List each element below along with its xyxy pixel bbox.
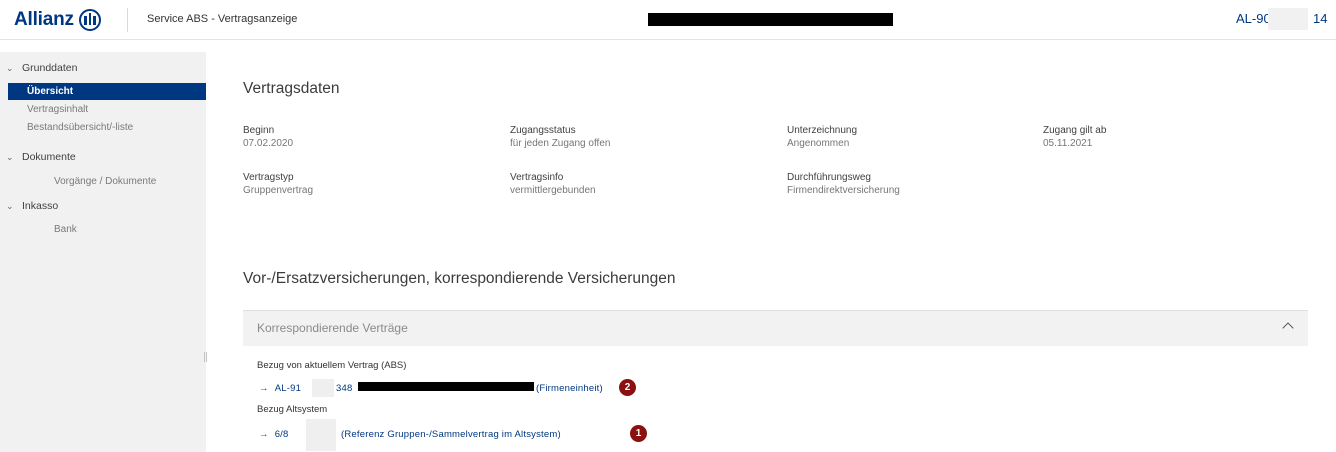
field-beginn: Beginn 07.02.2020 bbox=[243, 124, 503, 151]
allianz-logo-icon bbox=[78, 9, 101, 31]
chevron-down-icon: ⌄ bbox=[6, 200, 14, 211]
nav-group-label: Inkasso bbox=[22, 200, 59, 212]
field-zugang-gilt-ab: Zugang gilt ab 05.11.2021 bbox=[1043, 124, 1303, 151]
accordion-title: Korrespondierende Verträge bbox=[257, 321, 408, 335]
field-label: Durchführungsweg bbox=[787, 172, 871, 183]
annotation-badge-1: 1 bbox=[630, 425, 647, 442]
field-unterzeichnung: Unterzeichnung Angenommen bbox=[787, 124, 1047, 151]
sidebar-item-vorgaenge-dokumente[interactable]: Vorgänge / Dokumente bbox=[8, 173, 206, 190]
field-zugangsstatus: Zugangsstatus für jeden Zugang offen bbox=[510, 124, 770, 151]
sidebar-nav: ⌄ Grunddaten Übersicht Vertragsinhalt Be… bbox=[0, 52, 206, 452]
field-label: Vertragsinfo bbox=[510, 172, 564, 183]
field-value: für jeden Zugang offen bbox=[510, 138, 611, 149]
nav-group-grunddaten[interactable]: ⌄ Grunddaten bbox=[0, 59, 206, 77]
brand-name: Allianz bbox=[14, 9, 74, 30]
main-content: Vertragsdaten Beginn 07.02.2020 Zugangss… bbox=[206, 40, 1336, 452]
field-value: 05.11.2021 bbox=[1043, 138, 1093, 149]
nav-group-dokumente[interactable]: ⌄ Dokumente bbox=[0, 148, 206, 166]
sidebar-item-uebersicht[interactable]: Übersicht bbox=[8, 83, 206, 100]
sidebar-item-bank[interactable]: Bank bbox=[8, 221, 206, 238]
field-label: Beginn bbox=[243, 125, 275, 136]
field-vertragsinfo: Vertragsinfo vermittlergebunden bbox=[510, 171, 770, 198]
accordion-korrespondierende-vertraege[interactable]: Korrespondierende Verträge bbox=[243, 310, 1308, 346]
sidebar-item-vertragsinhalt[interactable]: Vertragsinhalt bbox=[8, 101, 206, 118]
field-value: Angenommen bbox=[787, 138, 850, 149]
reference-suffix: (Referenz Gruppen-/Sammelvertrag im Alts… bbox=[341, 428, 561, 440]
app-header: Allianz Service ABS - Vertragsanzeige AL… bbox=[0, 0, 1336, 40]
field-label: Vertragstyp bbox=[243, 172, 294, 183]
reference-id-mid: 348 bbox=[336, 382, 353, 394]
sidebar-item-label: Bank bbox=[54, 224, 77, 235]
reference-label-legacy: Bezug Altsystem bbox=[257, 404, 328, 415]
reference-suffix: (Firmeneinheit) bbox=[536, 382, 603, 394]
field-label: Zugang gilt ab bbox=[1043, 125, 1107, 136]
sidebar-item-bestandsuebersicht[interactable]: Bestandsübersicht/-liste bbox=[8, 119, 206, 136]
reference-id-prefix: AL-91 bbox=[274, 382, 302, 394]
app-title: Service ABS - Vertragsanzeige bbox=[147, 13, 298, 25]
header-divider bbox=[127, 8, 128, 32]
blurred-region bbox=[1268, 8, 1308, 30]
chevron-up-icon[interactable] bbox=[1282, 322, 1294, 334]
nav-group-label: Grunddaten bbox=[22, 62, 78, 74]
nav-group-inkasso[interactable]: ⌄ Inkasso bbox=[0, 197, 206, 215]
blurred-region bbox=[312, 379, 334, 397]
annotation-badge-2: 2 bbox=[619, 379, 636, 396]
chevron-down-icon: ⌄ bbox=[6, 62, 14, 73]
field-vertragstyp: Vertragstyp Gruppenvertrag bbox=[243, 171, 503, 198]
field-value: 07.02.2020 bbox=[243, 138, 294, 149]
reference-id-prefix: 6/8 bbox=[274, 428, 289, 440]
redacted-region bbox=[648, 13, 893, 26]
nav-group-label: Dokumente bbox=[22, 151, 76, 163]
reference-link-current-suffix[interactable]: (Firmeneinheit) bbox=[536, 381, 603, 395]
field-durchfuehrungsweg: Durchführungsweg Firmendirektversicherun… bbox=[787, 171, 1047, 198]
arrow-right-icon: → bbox=[259, 428, 269, 440]
field-value: Firmendirektversicherung bbox=[787, 185, 900, 196]
reference-link-legacy[interactable]: → 6/8 bbox=[259, 427, 289, 441]
sidebar-item-label: Vorgänge / Dokumente bbox=[54, 176, 157, 187]
section-title-vertragsdaten: Vertragsdaten bbox=[243, 80, 340, 97]
chevron-down-icon: ⌄ bbox=[6, 151, 14, 162]
sidebar-item-label: Übersicht bbox=[27, 86, 74, 97]
reference-link-legacy-suffix[interactable]: (Referenz Gruppen-/Sammelvertrag im Alts… bbox=[341, 427, 561, 441]
section-title-versicherungen: Vor-/Ersatzversicherungen, korrespondier… bbox=[243, 270, 676, 287]
blurred-region bbox=[306, 419, 336, 451]
contract-id-suffix: 14 bbox=[1313, 11, 1328, 26]
reference-label-current: Bezug von aktuellem Vertrag (ABS) bbox=[257, 360, 407, 371]
field-label: Zugangsstatus bbox=[510, 125, 576, 136]
sidebar-item-label: Bestandsübersicht/-liste bbox=[27, 122, 134, 133]
reference-link-current-number[interactable]: 348 bbox=[336, 381, 352, 395]
field-value: Gruppenvertrag bbox=[243, 185, 314, 196]
field-label: Unterzeichnung bbox=[787, 125, 858, 136]
sidebar-item-label: Vertragsinhalt bbox=[27, 104, 89, 115]
redacted-region bbox=[358, 382, 534, 391]
allianz-logo[interactable]: Allianz bbox=[14, 9, 101, 31]
field-value: vermittlergebunden bbox=[510, 185, 596, 196]
arrow-right-icon: → bbox=[259, 382, 269, 394]
reference-link-current[interactable]: → AL-91 bbox=[259, 381, 301, 395]
